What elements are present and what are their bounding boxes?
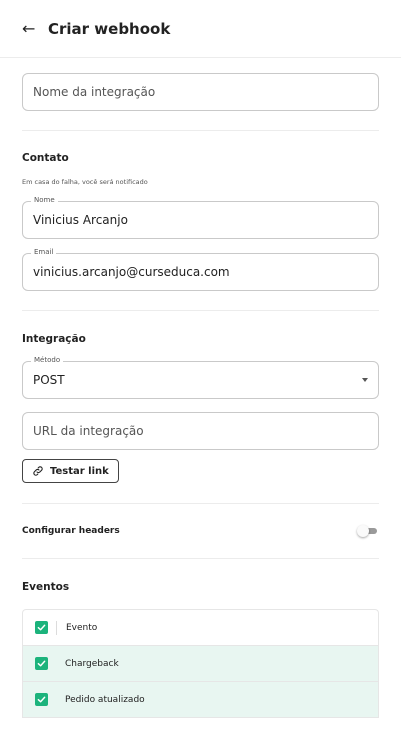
headers-label: Configurar headers <box>22 526 120 536</box>
contact-name-label: Nome <box>31 196 58 204</box>
url-placeholder: URL da integração <box>33 424 144 438</box>
check-icon <box>37 696 46 703</box>
event-row[interactable]: Chargeback <box>23 646 378 682</box>
integration-name-section: Nome da integração <box>0 58 401 130</box>
headers-toggle[interactable] <box>357 525 379 537</box>
events-column-header: Evento <box>66 622 98 633</box>
events-title: Eventos <box>22 581 70 593</box>
contact-name-field[interactable]: Nome Vinicius Arcanjo <box>22 196 379 239</box>
contact-hint: Em casa do falha, você será notificado <box>22 178 148 186</box>
event-label: Pedido atualizado <box>65 694 145 705</box>
back-arrow-icon[interactable]: ← <box>22 19 40 38</box>
event-checkbox[interactable] <box>35 657 48 670</box>
contact-email-field[interactable]: Email vinicius.arcanjo@curseduca.com <box>22 248 379 291</box>
method-select[interactable]: Método POST <box>22 356 379 399</box>
contact-email-value: vinicius.arcanjo@curseduca.com <box>33 265 230 279</box>
event-checkbox[interactable] <box>35 693 48 706</box>
page-title: Criar webhook <box>48 19 171 38</box>
url-input[interactable]: URL da integração <box>22 412 379 450</box>
test-link-label: Testar link <box>50 465 109 477</box>
toggle-knob <box>357 525 369 537</box>
integration-section: Integração Método POST URL da integração… <box>0 311 401 483</box>
column-separator <box>56 620 57 635</box>
integration-title: Integração <box>22 333 86 345</box>
events-table: Evento Chargeback Pedido atualizado <box>22 609 379 718</box>
link-icon <box>33 466 43 476</box>
page-header: ← Criar webhook <box>0 0 401 58</box>
contact-section: Contato Em casa do falha, você será noti… <box>0 131 401 291</box>
contact-name-value: Vinicius Arcanjo <box>33 213 128 227</box>
integration-name-input[interactable]: Nome da integração <box>22 73 379 111</box>
contact-title: Contato <box>22 152 69 164</box>
events-header-row: Evento <box>23 610 378 646</box>
check-icon <box>37 660 46 667</box>
contact-email-label: Email <box>31 248 57 256</box>
headers-row: Configurar headers <box>0 504 401 558</box>
event-row[interactable]: Pedido atualizado <box>23 682 378 718</box>
method-value: POST <box>33 373 65 387</box>
event-label: Chargeback <box>65 658 119 669</box>
caret-down-icon <box>362 378 368 382</box>
events-section: Eventos <box>0 559 401 609</box>
select-all-checkbox[interactable] <box>35 621 48 634</box>
method-label: Método <box>31 356 64 364</box>
check-icon <box>37 624 46 631</box>
test-link-button[interactable]: Testar link <box>22 459 119 483</box>
integration-name-placeholder: Nome da integração <box>33 85 156 99</box>
